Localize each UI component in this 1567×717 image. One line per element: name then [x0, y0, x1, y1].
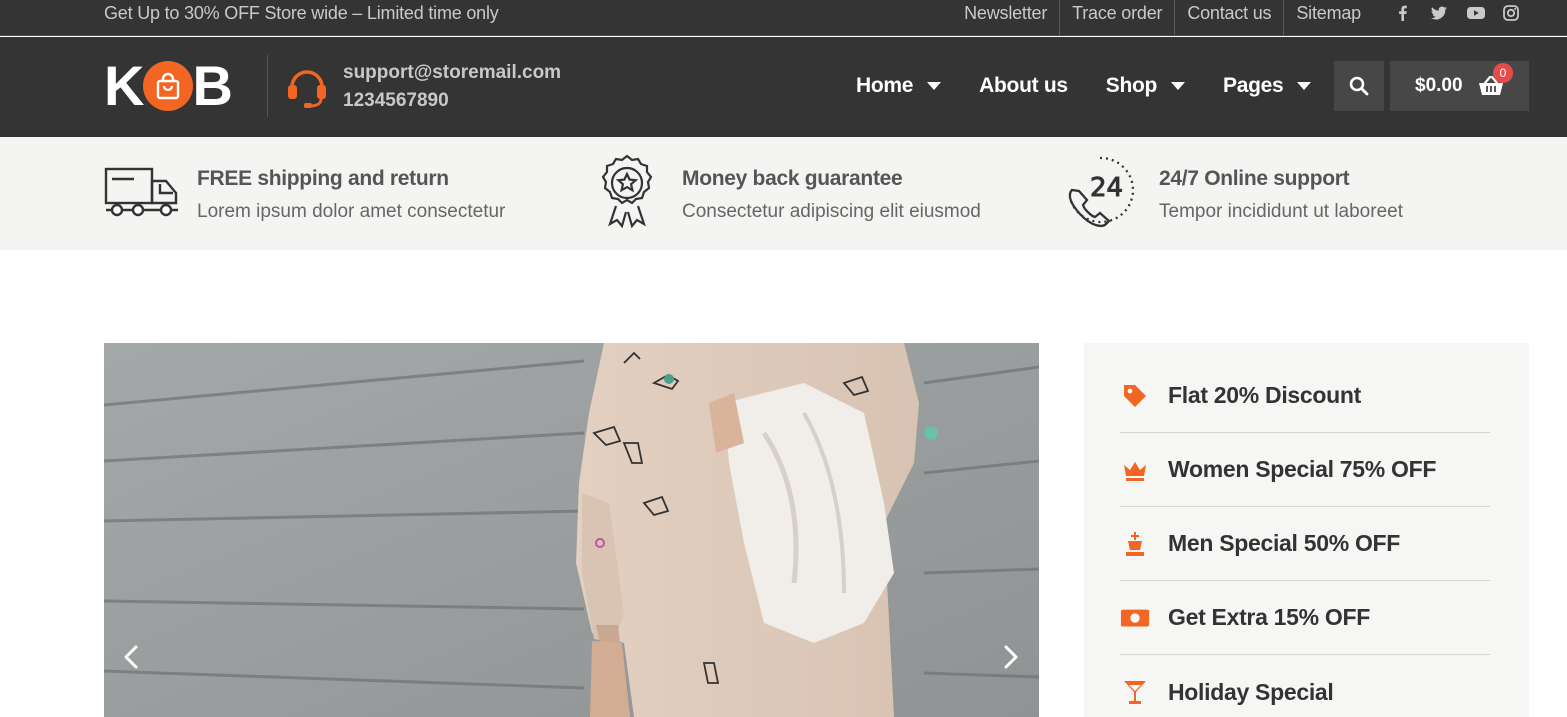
top-links: Newsletter Trace order Contact us Sitema…	[952, 0, 1373, 36]
cart-button[interactable]: $0.00 0	[1390, 61, 1529, 111]
king-chess-icon	[1120, 529, 1150, 559]
tag-icon	[1120, 381, 1150, 411]
offer-item[interactable]: Men Special 50% OFF	[1120, 507, 1490, 581]
chevron-right-icon	[1004, 645, 1018, 669]
offer-item[interactable]: Women Special 75% OFF	[1120, 433, 1490, 507]
logo-bag-icon	[143, 61, 194, 111]
hero-slider[interactable]	[104, 343, 1039, 717]
truck-icon	[104, 167, 180, 224]
logo-divider	[267, 55, 268, 117]
search-icon	[1349, 76, 1369, 96]
contact-us-link[interactable]: Contact us	[1174, 0, 1283, 36]
nav-shop[interactable]: Shop	[1105, 74, 1186, 98]
nav-shop-label: Shop	[1105, 74, 1158, 97]
sitemap-link[interactable]: Sitemap	[1283, 0, 1373, 36]
support-phone[interactable]: 1234567890	[343, 90, 449, 112]
newsletter-link[interactable]: Newsletter	[952, 0, 1059, 36]
feature-subtitle: Consectetur adipiscing elit eiusmod	[682, 201, 981, 222]
feature-subtitle: Tempor incididunt ut laboreet	[1159, 201, 1403, 222]
instagram-icon[interactable]	[1502, 4, 1520, 22]
offer-label: Women Special 75% OFF	[1168, 456, 1437, 482]
twitter-icon[interactable]	[1430, 4, 1448, 22]
feature-subtitle: Lorem ipsum dolor amet consectetur	[197, 201, 506, 222]
phone-24-icon: 24	[1066, 154, 1140, 235]
cart-count-badge: 0	[1493, 63, 1513, 83]
offer-label: Flat 20% Discount	[1168, 382, 1361, 408]
offer-label: Get Extra 15% OFF	[1168, 604, 1370, 630]
chevron-down-icon	[1171, 82, 1186, 90]
nav-home-label: Home	[856, 74, 914, 97]
social-links	[1394, 4, 1520, 22]
offer-label: Holiday Special	[1168, 678, 1334, 705]
hero-image	[104, 343, 1039, 717]
main-header: K B support@storemail.com 1234567890 Hom…	[0, 37, 1567, 137]
slider-next-arrow[interactable]	[998, 643, 1022, 671]
support-email[interactable]: support@storemail.com	[343, 62, 561, 84]
headset-icon	[284, 65, 330, 109]
nav-home[interactable]: Home	[856, 74, 942, 98]
nav-about-label: About us	[979, 74, 1068, 97]
features-strip: FREE shipping and return Lorem ipsum dol…	[0, 137, 1567, 250]
money-icon	[1120, 603, 1150, 633]
promo-text: Get Up to 30% OFF Store wide – Limited t…	[104, 3, 499, 23]
offer-label: Men Special 50% OFF	[1168, 530, 1401, 556]
offer-item[interactable]: Holiday Special	[1120, 655, 1490, 717]
main-nav: Home About us Shop Pages	[856, 74, 1349, 98]
logo-letter-b: B	[192, 54, 233, 117]
nav-about-us[interactable]: About us	[979, 74, 1068, 98]
badge-star-icon	[596, 154, 658, 233]
search-button[interactable]	[1334, 61, 1384, 111]
nav-pages[interactable]: Pages	[1223, 74, 1312, 98]
facebook-icon[interactable]	[1394, 4, 1412, 22]
chevron-down-icon	[1297, 82, 1312, 90]
logo-letter-k: K	[104, 54, 145, 117]
feature-title: 24/7 Online support	[1159, 167, 1350, 190]
crown-icon	[1120, 455, 1150, 485]
cart-total: $0.00	[1415, 75, 1463, 96]
offer-item[interactable]: Get Extra 15% OFF	[1120, 581, 1490, 655]
cocktail-icon	[1120, 677, 1150, 707]
site-logo[interactable]: K B	[104, 54, 233, 117]
offers-panel: Flat 20% Discount Women Special 75% OFF …	[1084, 343, 1529, 717]
top-bar: Get Up to 30% OFF Store wide – Limited t…	[0, 0, 1567, 36]
chevron-down-icon	[927, 82, 942, 90]
offer-item[interactable]: Flat 20% Discount	[1120, 359, 1490, 433]
nav-pages-label: Pages	[1223, 74, 1284, 97]
chevron-left-icon	[124, 645, 138, 669]
slider-prev-arrow[interactable]	[120, 643, 144, 671]
svg-text:24: 24	[1090, 173, 1123, 203]
trace-order-link[interactable]: Trace order	[1059, 0, 1174, 36]
youtube-icon[interactable]	[1466, 4, 1485, 22]
feature-title: FREE shipping and return	[197, 167, 449, 190]
feature-title: Money back guarantee	[682, 167, 903, 190]
